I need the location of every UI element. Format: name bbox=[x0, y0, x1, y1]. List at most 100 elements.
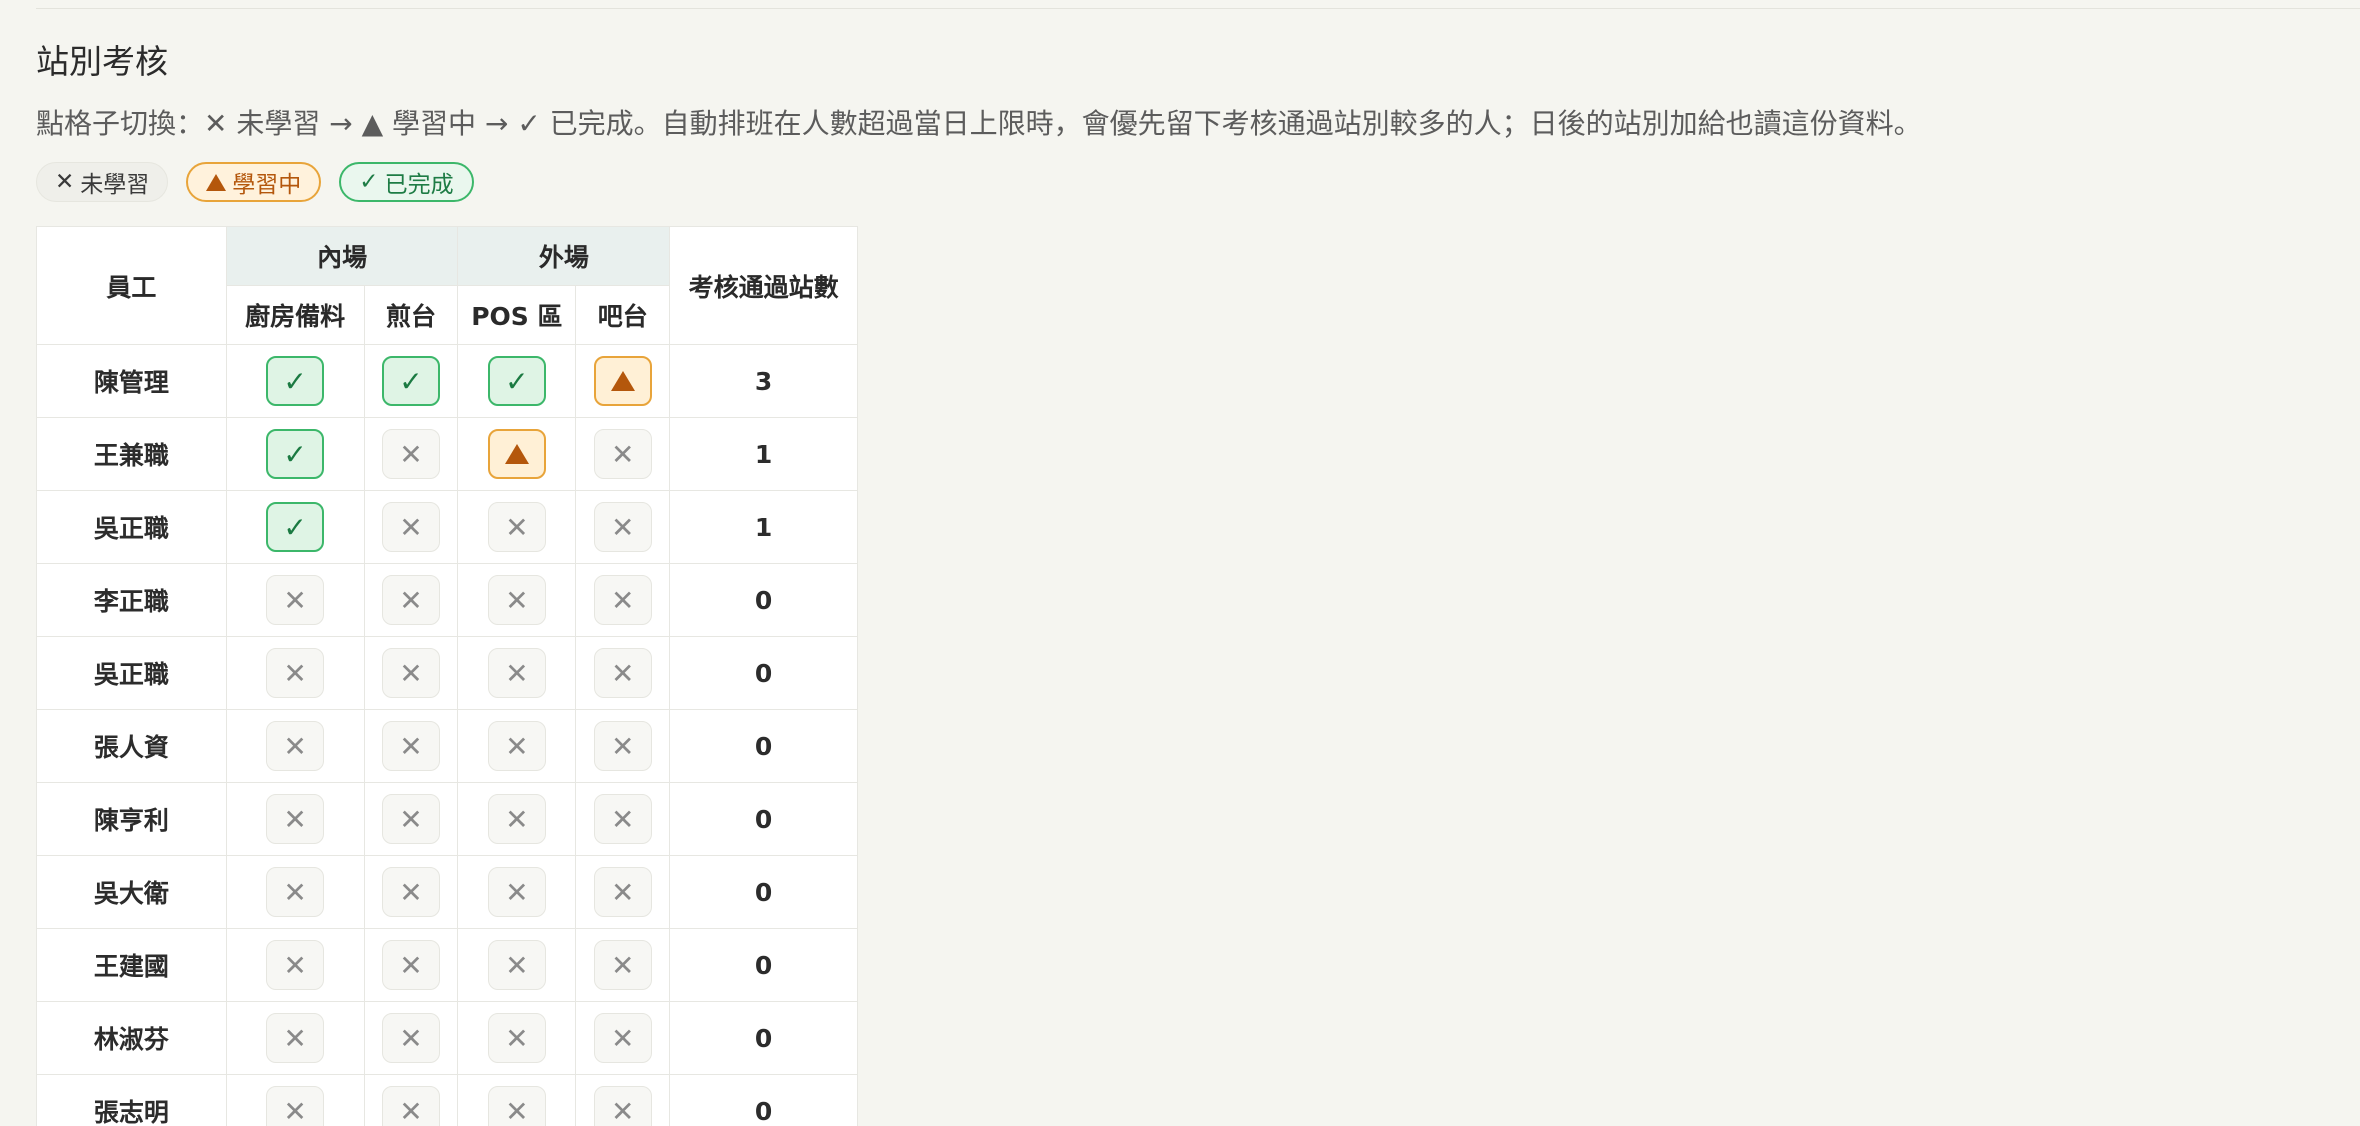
passed-count: 1 bbox=[670, 418, 858, 491]
triangle-icon bbox=[206, 174, 226, 191]
status-toggle-none[interactable]: ✕ bbox=[594, 867, 652, 917]
status-toggle-done[interactable]: ✓ bbox=[382, 356, 440, 406]
status-toggle-none[interactable]: ✕ bbox=[382, 794, 440, 844]
station-cell: ✕ bbox=[576, 856, 670, 929]
status-toggle-none[interactable]: ✕ bbox=[266, 721, 324, 771]
status-toggle-none[interactable]: ✕ bbox=[382, 575, 440, 625]
cross-icon: ✕ bbox=[505, 657, 528, 690]
station-cell: ✕ bbox=[458, 1075, 576, 1126]
status-toggle-none[interactable]: ✕ bbox=[266, 1086, 324, 1126]
station-cell: ✕ bbox=[364, 710, 458, 783]
station-assessment-table: 員工內場外場考核通過站數廚房備料煎台POS 區吧台 陳管理✓✓✓3王兼職✓✕✕1… bbox=[36, 226, 858, 1126]
check-icon: ✓ bbox=[283, 365, 306, 398]
status-toggle-done[interactable]: ✓ bbox=[488, 356, 546, 406]
cross-icon: ✕ bbox=[611, 511, 634, 544]
status-toggle-none[interactable]: ✕ bbox=[382, 1013, 440, 1063]
station-cell: ✕ bbox=[458, 491, 576, 564]
passed-count: 1 bbox=[670, 491, 858, 564]
cross-icon: ✕ bbox=[611, 657, 634, 690]
cross-icon: ✕ bbox=[611, 730, 634, 763]
station-cell: ✕ bbox=[576, 1075, 670, 1126]
status-toggle-none[interactable]: ✕ bbox=[382, 648, 440, 698]
status-toggle-none[interactable]: ✕ bbox=[266, 1013, 324, 1063]
check-icon: ✓ bbox=[359, 169, 378, 195]
cross-icon: ✕ bbox=[399, 730, 422, 763]
table-row: 張志明✕✕✕✕0 bbox=[37, 1075, 858, 1126]
status-toggle-none[interactable]: ✕ bbox=[594, 429, 652, 479]
status-toggle-learning[interactable] bbox=[594, 356, 652, 406]
status-toggle-none[interactable]: ✕ bbox=[594, 940, 652, 990]
status-toggle-none[interactable]: ✕ bbox=[382, 721, 440, 771]
status-toggle-none[interactable]: ✕ bbox=[382, 1086, 440, 1126]
station-cell: ✕ bbox=[458, 783, 576, 856]
status-toggle-none[interactable]: ✕ bbox=[594, 1086, 652, 1126]
legend-chip-done: ✓已完成 bbox=[339, 162, 473, 202]
table-viewport[interactable]: 員工內場外場考核通過站數廚房備料煎台POS 區吧台 陳管理✓✓✓3王兼職✓✕✕1… bbox=[36, 226, 858, 1126]
status-toggle-none[interactable]: ✕ bbox=[382, 940, 440, 990]
station-cell bbox=[576, 345, 670, 418]
status-toggle-none[interactable]: ✕ bbox=[266, 794, 324, 844]
status-toggle-none[interactable]: ✕ bbox=[488, 502, 546, 552]
status-toggle-none[interactable]: ✕ bbox=[488, 940, 546, 990]
status-toggle-done[interactable]: ✓ bbox=[266, 429, 324, 479]
table-row: 吳大衛✕✕✕✕0 bbox=[37, 856, 858, 929]
station-cell: ✕ bbox=[226, 783, 364, 856]
station-cell: ✕ bbox=[364, 783, 458, 856]
status-legend: ✕未學習學習中✓已完成 bbox=[36, 162, 2324, 202]
table-row: 陳亨利✕✕✕✕0 bbox=[37, 783, 858, 856]
cross-icon: ✕ bbox=[611, 1095, 634, 1126]
cross-icon: ✕ bbox=[611, 949, 634, 982]
employee-name: 陳亨利 bbox=[37, 783, 227, 856]
station-cell: ✕ bbox=[226, 929, 364, 1002]
status-toggle-none[interactable]: ✕ bbox=[488, 1013, 546, 1063]
station-cell: ✕ bbox=[576, 710, 670, 783]
status-toggle-none[interactable]: ✕ bbox=[382, 429, 440, 479]
status-toggle-learning[interactable] bbox=[488, 429, 546, 479]
station-header: POS 區 bbox=[458, 286, 576, 345]
status-toggle-done[interactable]: ✓ bbox=[266, 502, 324, 552]
status-toggle-none[interactable]: ✕ bbox=[266, 867, 324, 917]
passed-count: 0 bbox=[670, 1002, 858, 1075]
status-toggle-none[interactable]: ✕ bbox=[382, 867, 440, 917]
station-cell: ✕ bbox=[364, 491, 458, 564]
cross-icon: ✕ bbox=[611, 876, 634, 909]
station-cell: ✓ bbox=[226, 418, 364, 491]
station-cell: ✕ bbox=[458, 564, 576, 637]
station-header: 廚房備料 bbox=[226, 286, 364, 345]
cross-icon: ✕ bbox=[505, 584, 528, 617]
station-cell: ✕ bbox=[576, 637, 670, 710]
cross-icon: ✕ bbox=[399, 1022, 422, 1055]
cross-icon: ✕ bbox=[505, 511, 528, 544]
status-toggle-none[interactable]: ✕ bbox=[488, 648, 546, 698]
status-toggle-none[interactable]: ✕ bbox=[266, 575, 324, 625]
triangle-icon bbox=[611, 371, 635, 391]
station-cell: ✓ bbox=[364, 345, 458, 418]
status-toggle-none[interactable]: ✕ bbox=[594, 575, 652, 625]
status-toggle-none[interactable]: ✕ bbox=[594, 502, 652, 552]
cross-icon: ✕ bbox=[505, 803, 528, 836]
station-cell: ✓ bbox=[226, 345, 364, 418]
status-toggle-none[interactable]: ✕ bbox=[488, 575, 546, 625]
employee-name: 王建國 bbox=[37, 929, 227, 1002]
cross-icon: ✕ bbox=[611, 584, 634, 617]
employee-column-header: 員工 bbox=[37, 227, 227, 345]
status-toggle-done[interactable]: ✓ bbox=[266, 356, 324, 406]
cross-icon: ✕ bbox=[399, 876, 422, 909]
status-toggle-none[interactable]: ✕ bbox=[594, 1013, 652, 1063]
station-cell: ✕ bbox=[364, 1002, 458, 1075]
status-toggle-none[interactable]: ✕ bbox=[594, 794, 652, 844]
table-row: 王兼職✓✕✕1 bbox=[37, 418, 858, 491]
employee-name: 吳正職 bbox=[37, 637, 227, 710]
status-toggle-none[interactable]: ✕ bbox=[488, 867, 546, 917]
cross-icon: ✕ bbox=[505, 876, 528, 909]
status-toggle-none[interactable]: ✕ bbox=[266, 940, 324, 990]
status-toggle-none[interactable]: ✕ bbox=[488, 1086, 546, 1126]
status-toggle-none[interactable]: ✕ bbox=[488, 794, 546, 844]
status-toggle-none[interactable]: ✕ bbox=[266, 648, 324, 698]
status-toggle-none[interactable]: ✕ bbox=[594, 721, 652, 771]
status-toggle-none[interactable]: ✕ bbox=[594, 648, 652, 698]
status-toggle-none[interactable]: ✕ bbox=[382, 502, 440, 552]
status-toggle-none[interactable]: ✕ bbox=[488, 721, 546, 771]
station-cell: ✕ bbox=[576, 929, 670, 1002]
cross-icon: ✕ bbox=[283, 803, 306, 836]
